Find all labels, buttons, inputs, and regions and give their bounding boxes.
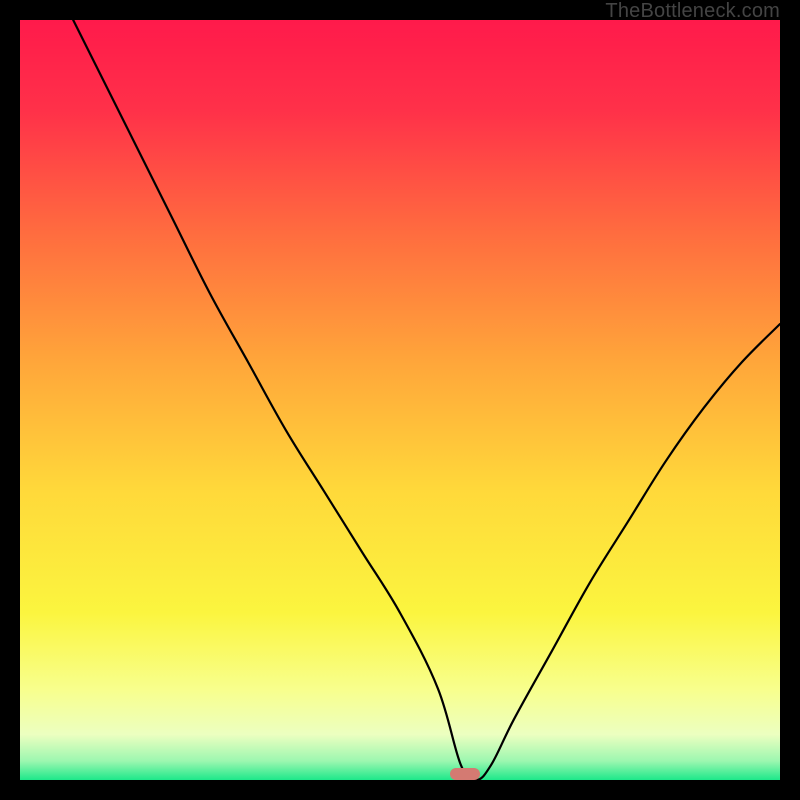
chart-frame: TheBottleneck.com: [0, 0, 800, 800]
plot-area: [20, 20, 780, 780]
watermark-text: TheBottleneck.com: [605, 0, 780, 23]
optimal-marker: [450, 768, 480, 780]
bottleneck-curve: [20, 20, 780, 780]
